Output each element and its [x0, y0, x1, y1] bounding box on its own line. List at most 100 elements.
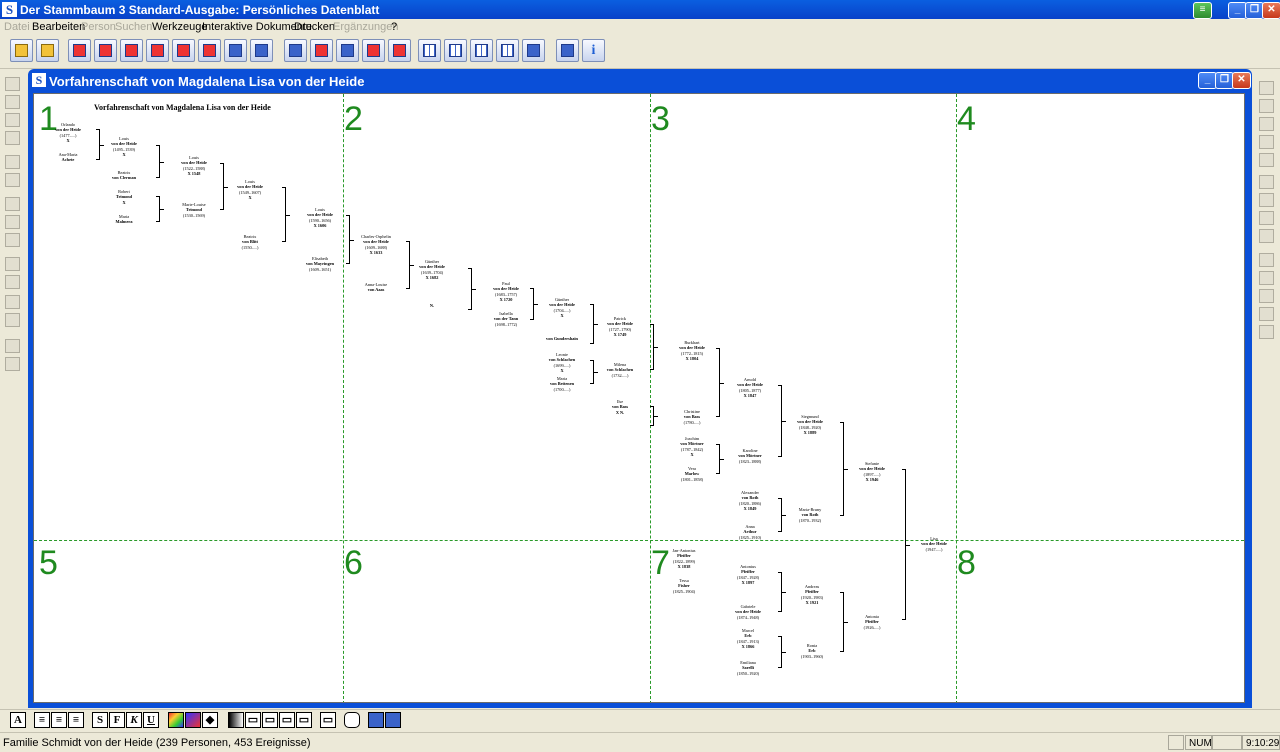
- align-tool-icon[interactable]: [5, 113, 20, 127]
- ancestor-chart-canvas[interactable]: 1 2 3 4 5 6 7 8 Vorfahrenschaft von Magd…: [33, 93, 1245, 703]
- family-icon[interactable]: [146, 39, 169, 62]
- italic-k-icon[interactable]: K: [126, 712, 142, 728]
- line-tool-icon[interactable]: [1259, 325, 1274, 339]
- grid-icon[interactable]: [496, 39, 519, 62]
- person-node[interactable]: Gabriele von der Heide (1874–1948): [735, 604, 761, 620]
- family-icon[interactable]: [224, 39, 247, 62]
- align-center-icon[interactable]: ≡: [51, 712, 67, 728]
- ellipse-tool-icon[interactable]: [1259, 193, 1274, 207]
- page-icon[interactable]: [336, 39, 359, 62]
- copyright-tool-icon[interactable]: [1259, 153, 1274, 167]
- person-node[interactable]: Marcel Erb (1847–1913) X 1866: [737, 628, 759, 650]
- menu-ergaenzungen[interactable]: Ergänzungen: [333, 21, 398, 33]
- align-left-icon[interactable]: ≡: [34, 712, 50, 728]
- person-node[interactable]: Louis von der Heide (1549–1607) X: [237, 179, 263, 201]
- info-icon[interactable]: i: [582, 39, 605, 62]
- person-node[interactable]: Louis von der Heide (1590–1656) X 1606: [307, 207, 333, 229]
- open-folder-icon[interactable]: [10, 39, 33, 62]
- person-card-icon[interactable]: [94, 39, 117, 62]
- center-tool-icon[interactable]: [5, 155, 20, 169]
- person-card-icon[interactable]: [68, 39, 91, 62]
- person-node[interactable]: Karoline von Mörtner (1823–1888): [738, 448, 762, 464]
- person-node[interactable]: Patrick von der Heide (1727–1790) X 1749: [607, 316, 633, 338]
- person-node[interactable]: Leonie von Schlachen (1699–...) X: [549, 352, 575, 374]
- line-tool-icon[interactable]: [1259, 253, 1274, 267]
- frame-icon[interactable]: ▭: [245, 712, 261, 728]
- window-icon[interactable]: [385, 712, 401, 728]
- person-node[interactable]: Jan-Antonius Pfeiffer (1822–1899) X 1838: [673, 548, 696, 570]
- person-delete-icon[interactable]: [120, 39, 143, 62]
- person-node[interactable]: Siegmund von der Heide (1848–1920) X 1889: [797, 414, 823, 436]
- page-icon[interactable]: [362, 39, 385, 62]
- person-node[interactable]: Joachim von Mörtner (1787–1842) X: [680, 436, 704, 458]
- frame-icon[interactable]: [228, 712, 244, 728]
- spacing-tool-icon[interactable]: [5, 197, 20, 211]
- bold-s-icon[interactable]: S: [92, 712, 108, 728]
- layer-tool-icon[interactable]: [5, 295, 20, 309]
- person-node[interactable]: Andreas Pfeiffer (1920–1983) X 1921: [801, 584, 823, 606]
- layer-tool-icon[interactable]: [5, 313, 20, 327]
- shape-tool-icon[interactable]: [1259, 81, 1274, 95]
- line-tool-icon[interactable]: [1259, 271, 1274, 285]
- stammbaum-tray-icon[interactable]: ≡: [1193, 2, 1212, 19]
- person-node[interactable]: Christine von Bass (1780–...): [684, 409, 701, 425]
- menu-bearbeiten[interactable]: Bearbeiten: [32, 21, 85, 33]
- underline-u-icon[interactable]: U: [143, 712, 159, 728]
- frame-icon[interactable]: ▭: [279, 712, 295, 728]
- person-node[interactable]: Alexander von Roth (1820–1886) X 1849: [739, 490, 761, 512]
- menu-drucken[interactable]: Drucken: [294, 21, 335, 33]
- window-icon[interactable]: [368, 712, 384, 728]
- person-node[interactable]: Günther von der Heide (1639–1704) X 1682: [419, 259, 445, 281]
- grid-icon[interactable]: [444, 39, 467, 62]
- person-node[interactable]: Louis von der Heide (1522–1588) X 1548: [181, 155, 207, 177]
- person-node[interactable]: Robert Trimond X: [116, 189, 132, 205]
- menu-suchen[interactable]: Suchen: [115, 21, 152, 33]
- open-folder-icon[interactable]: [36, 39, 59, 62]
- person-node[interactable]: Paul von der Heide (1683–1757) X 1720: [493, 281, 519, 303]
- shape-tool-icon[interactable]: [1259, 117, 1274, 131]
- frame-icon[interactable]: ▭: [262, 712, 278, 728]
- person-node[interactable]: Burkhart von der Heide (1772–1815) X 1804: [679, 340, 705, 362]
- person-node[interactable]: Lisa von der Heide (1947–...): [921, 536, 947, 552]
- grid-icon[interactable]: [418, 39, 441, 62]
- person-node[interactable]: N.: [430, 303, 434, 308]
- chart-icon[interactable]: [556, 39, 579, 62]
- person-node[interactable]: Anna-Louise von Aaas: [365, 282, 387, 293]
- person-node[interactable]: Beatrix von Clerman: [112, 170, 136, 181]
- layout-icon[interactable]: [310, 39, 333, 62]
- align-tool-icon[interactable]: [5, 95, 20, 109]
- person-node[interactable]: Vera Marlow (1801–1858): [681, 466, 703, 482]
- align-tool-icon[interactable]: [5, 77, 20, 91]
- align-right-icon[interactable]: ≡: [68, 712, 84, 728]
- person-node[interactable]: Tessa Fisher (1825–1904): [673, 578, 695, 594]
- menu-datei[interactable]: Datei: [4, 21, 30, 33]
- undo-icon[interactable]: [5, 339, 20, 353]
- menu-werkzeuge[interactable]: Werkzeuge: [152, 21, 207, 33]
- color-icon[interactable]: [168, 712, 184, 728]
- rectangle-tool-icon[interactable]: [1259, 175, 1274, 189]
- doc-close-button[interactable]: ✕: [1232, 72, 1251, 89]
- shape-tool-icon[interactable]: [1259, 99, 1274, 113]
- person-node[interactable]: Antonius Pfeiffer (1847–1928) X 1897: [737, 564, 759, 586]
- person-node[interactable]: Louis von der Heide (1495–1539) X: [111, 136, 137, 158]
- person-node[interactable]: Anna Arthur (1825–1910): [739, 524, 761, 540]
- person-node[interactable]: Ronia Erb (1903–1960): [801, 643, 823, 659]
- frame-icon[interactable]: ▭: [320, 712, 336, 728]
- person-node[interactable]: Emiliana Sarelli (1850–1920): [737, 660, 759, 676]
- callout-tool-icon[interactable]: [1259, 229, 1274, 243]
- redo-icon[interactable]: [5, 357, 20, 371]
- person-node[interactable]: Maria Malmera: [116, 214, 133, 225]
- person-node[interactable]: Antonia Pfeiffer (1926–...): [864, 614, 881, 630]
- family-icon[interactable]: [198, 39, 221, 62]
- person-node[interactable]: Maria-Bruny von Roth (1870–1932): [799, 507, 821, 523]
- grid-icon[interactable]: [470, 39, 493, 62]
- family-icon[interactable]: [172, 39, 195, 62]
- person-node[interactable]: Günther von der Heide (1704–...) X: [549, 297, 575, 319]
- close-button[interactable]: ✕: [1262, 2, 1280, 19]
- line-tool-icon[interactable]: [1259, 289, 1274, 303]
- menu-person[interactable]: Person: [81, 21, 116, 33]
- person-node[interactable]: Ilse von Bass X N.: [612, 399, 628, 415]
- rounded-frame-icon[interactable]: [344, 712, 360, 728]
- person-node[interactable]: von Gundershain: [546, 336, 578, 341]
- person-node[interactable]: Marie-Louise Trimond (1530–1569): [182, 202, 205, 218]
